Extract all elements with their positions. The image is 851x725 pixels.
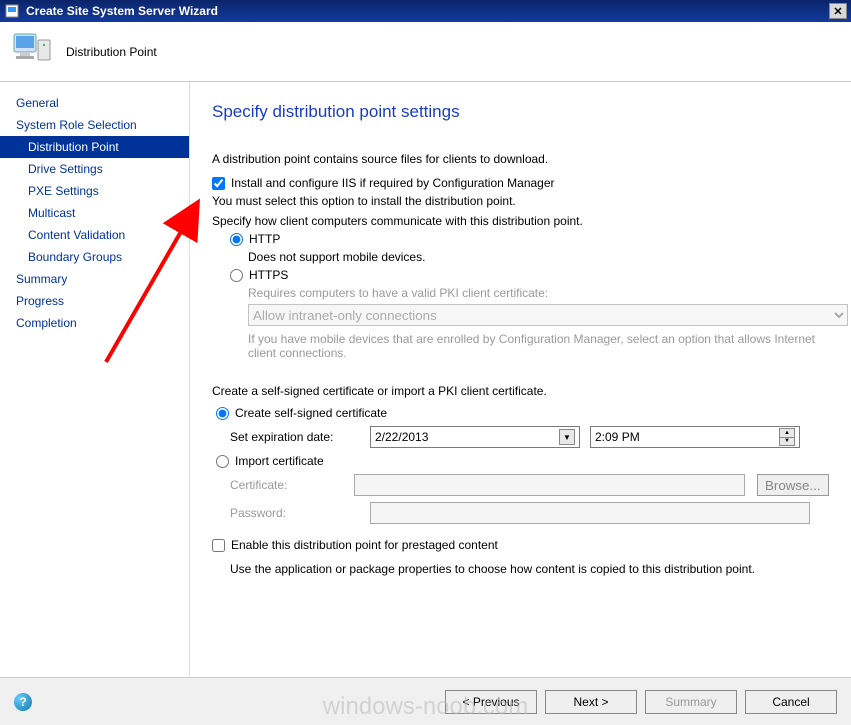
https-radio[interactable]	[230, 269, 243, 282]
https-label: HTTPS	[249, 268, 288, 282]
http-radio[interactable]	[230, 233, 243, 246]
install-iis-label: Install and configure IIS if required by…	[231, 176, 555, 190]
sidebar-item-summary[interactable]: Summary	[0, 268, 189, 290]
close-button[interactable]: ✕	[829, 3, 847, 19]
sidebar-item-system-role-selection[interactable]: System Role Selection	[0, 114, 189, 136]
window-title: Create Site System Server Wizard	[26, 4, 218, 18]
sidebar-item-boundary-groups[interactable]: Boundary Groups	[0, 246, 189, 268]
sidebar-item-drive-settings[interactable]: Drive Settings	[0, 158, 189, 180]
iis-note: You must select this option to install t…	[212, 194, 829, 208]
prestage-note: Use the application or package propertie…	[230, 562, 829, 576]
import-cert-radio[interactable]	[216, 455, 229, 468]
create-cert-label: Create self-signed certificate	[235, 406, 387, 420]
password-field-label: Password:	[230, 506, 370, 520]
sidebar-item-general[interactable]: General	[0, 92, 189, 114]
password-input	[370, 502, 810, 524]
sidebar-item-pxe-settings[interactable]: PXE Settings	[0, 180, 189, 202]
window-icon	[4, 3, 20, 19]
https-connections-select: Allow intranet-only connections	[248, 304, 848, 326]
wizard-footer: ? < Previous Next > Summary Cancel	[0, 677, 851, 725]
certificate-input	[354, 474, 745, 496]
prestage-label: Enable this distribution point for prest…	[231, 538, 498, 552]
expiration-date-input[interactable]: 2/22/2013 ▼	[370, 426, 580, 448]
expiration-label: Set expiration date:	[230, 430, 370, 444]
previous-button[interactable]: < Previous	[445, 690, 537, 714]
main-panel: Specify distribution point settings A di…	[190, 82, 851, 677]
summary-button: Summary	[645, 690, 737, 714]
description-text: A distribution point contains source fil…	[212, 152, 829, 166]
page-title: Specify distribution point settings	[212, 102, 829, 122]
expiration-time-input[interactable]: 2:09 PM ▲▼	[590, 426, 800, 448]
install-iis-checkbox[interactable]	[212, 177, 225, 190]
next-button[interactable]: Next >	[545, 690, 637, 714]
header-logo-icon	[10, 30, 54, 73]
page-header-title: Distribution Point	[66, 45, 157, 59]
cancel-button[interactable]: Cancel	[745, 690, 837, 714]
https-footer-note: If you have mobile devices that are enro…	[212, 332, 829, 360]
time-spinner[interactable]: ▲▼	[779, 428, 795, 446]
browse-button: Browse...	[757, 474, 829, 496]
certificate-field-label: Certificate:	[230, 478, 354, 492]
expiration-date-value: 2/22/2013	[375, 430, 428, 444]
expiration-time-value: 2:09 PM	[595, 430, 640, 444]
import-cert-label: Import certificate	[235, 454, 324, 468]
https-note: Requires computers to have a valid PKI c…	[212, 286, 829, 300]
sidebar-item-content-validation[interactable]: Content Validation	[0, 224, 189, 246]
sidebar-item-completion[interactable]: Completion	[0, 312, 189, 334]
wizard-header: Distribution Point	[0, 22, 851, 82]
titlebar: Create Site System Server Wizard ✕	[0, 0, 851, 22]
sidebar-item-progress[interactable]: Progress	[0, 290, 189, 312]
comm-label: Specify how client computers communicate…	[212, 214, 829, 228]
sidebar-item-distribution-point[interactable]: Distribution Point	[0, 136, 189, 158]
http-note: Does not support mobile devices.	[212, 250, 829, 264]
http-label: HTTP	[249, 232, 280, 246]
help-icon[interactable]: ?	[14, 693, 32, 711]
chevron-down-icon[interactable]: ▼	[559, 429, 575, 445]
cert-section-label: Create a self-signed certificate or impo…	[212, 384, 829, 398]
wizard-sidebar: GeneralSystem Role SelectionDistribution…	[0, 82, 190, 677]
create-cert-radio[interactable]	[216, 407, 229, 420]
prestage-checkbox[interactable]	[212, 539, 225, 552]
sidebar-item-multicast[interactable]: Multicast	[0, 202, 189, 224]
